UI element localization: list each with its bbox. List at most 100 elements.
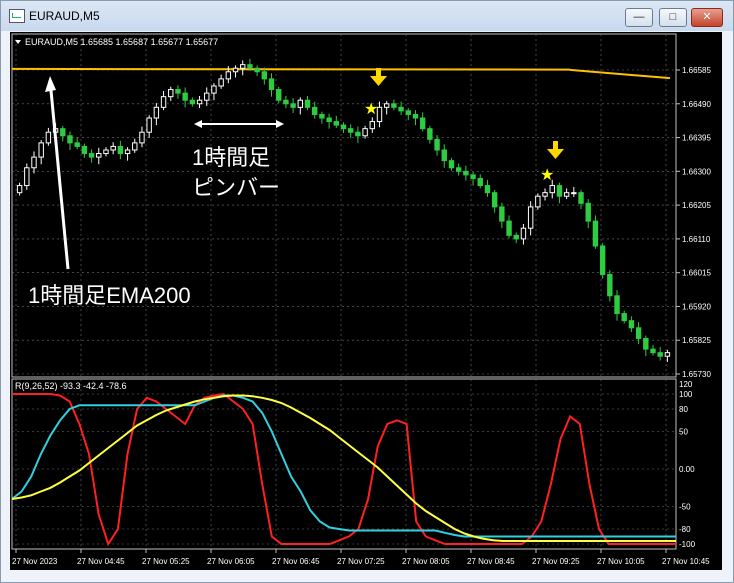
candle-body — [110, 145, 116, 151]
candle-body — [599, 245, 606, 275]
candle-body — [542, 192, 548, 197]
candle-body — [16, 185, 23, 194]
price-label: 1.66395 — [682, 134, 711, 143]
price-axis: 1.66585 1.66490 1.66395 1.66300 1.66205 1.661… — [676, 66, 711, 379]
candle-body — [24, 167, 30, 187]
candle-body — [247, 64, 253, 69]
main-chart-frame — [11, 33, 677, 378]
time-label: 27 Nov 08:05 — [402, 557, 450, 566]
candle-body — [391, 103, 397, 108]
price-label: 1.65730 — [682, 370, 711, 379]
candle-body — [412, 113, 419, 119]
price-label: 1.65825 — [682, 336, 711, 345]
candle-body — [499, 206, 505, 222]
candle-body — [139, 131, 145, 144]
candle-body — [88, 153, 95, 158]
candle-body — [340, 124, 347, 130]
title-bar[interactable]: EURAUD,M5 — □ ✕ — [1, 1, 733, 31]
maximize-button[interactable]: □ — [659, 8, 687, 27]
candle-body — [168, 89, 174, 98]
candle-body — [650, 348, 656, 354]
candle-body — [477, 177, 483, 187]
candle-body — [463, 170, 469, 176]
candle-body — [664, 352, 671, 357]
time-label: 27 Nov 06:45 — [272, 557, 320, 566]
window-title: EURAUD,M5 — [29, 9, 100, 23]
candle-body — [635, 327, 642, 339]
chart-app-icon — [9, 9, 25, 23]
candle-body — [643, 337, 649, 350]
candle-body — [506, 220, 512, 236]
candle-body — [513, 234, 519, 240]
candle-body — [160, 96, 167, 108]
candle-body — [657, 352, 663, 357]
candle-body — [628, 320, 635, 329]
time-axis: 27 Nov 2023 27 Nov 04:45 27 Nov 05:25 27 No… — [12, 549, 710, 566]
candle-body — [232, 67, 239, 73]
candle-body — [520, 227, 527, 240]
indicator-header: R(9,26,52) -93.3 -42.4 -78.6 — [15, 381, 127, 391]
candle-body — [218, 78, 224, 87]
candle-body — [146, 117, 152, 133]
candle-body — [419, 117, 426, 130]
candle-body — [614, 295, 620, 315]
candle-body — [621, 313, 627, 322]
indicator-scale-label: -100 — [679, 540, 696, 549]
candle-body — [254, 67, 260, 73]
time-label: 27 Nov 07:25 — [337, 557, 385, 566]
candle-body — [563, 192, 570, 197]
indicator-scale-label: 50 — [679, 428, 688, 437]
pinbar-annotation-line2: ピンバー — [192, 175, 280, 200]
indicator-scale-label: -80 — [679, 525, 691, 534]
candle-body — [290, 103, 296, 108]
candle-body — [470, 174, 476, 179]
chart-area[interactable]: 1.66585 1.66490 1.66395 1.66300 1.66205 1.661… — [10, 32, 722, 570]
candle-body — [297, 99, 304, 108]
time-label: 27 Nov 04:45 — [77, 557, 125, 566]
candle-body — [405, 110, 411, 115]
candle-body — [333, 121, 340, 126]
time-label: 27 Nov 09:25 — [532, 557, 580, 566]
indicator-axis: 120100 80 50 0.00 -50 -80 -100 — [679, 380, 696, 549]
candle-body — [484, 185, 491, 194]
time-label: 27 Nov 06:05 — [207, 557, 255, 566]
candle-body — [556, 185, 563, 197]
candle-body — [607, 273, 613, 297]
candle-body — [312, 106, 318, 115]
candle-body — [225, 71, 232, 80]
candle-body — [189, 99, 196, 105]
candle-body — [362, 128, 368, 137]
candle-body — [268, 78, 275, 91]
candle-body — [96, 153, 102, 158]
candle-body — [448, 160, 455, 169]
candle-body — [455, 167, 462, 172]
candle-body — [38, 142, 44, 158]
candle-body — [434, 138, 440, 151]
candle-body — [276, 89, 282, 101]
price-label: 1.66205 — [682, 201, 711, 210]
price-chart-svg[interactable]: 1.66585 1.66490 1.66395 1.66300 1.66205 1.661… — [10, 32, 722, 570]
candle-body — [283, 99, 289, 105]
indicator-scale-label: 80 — [679, 405, 688, 414]
candle-body — [261, 71, 268, 80]
candle-body — [60, 128, 66, 137]
candle-body — [369, 121, 375, 130]
star-icon: ★ — [540, 167, 554, 184]
candle-body — [304, 99, 311, 108]
candle-body — [45, 131, 52, 144]
candle-body — [571, 192, 577, 195]
time-label: 27 Nov 10:45 — [662, 557, 710, 566]
pinbar-annotation-line1: 1時間足 — [192, 145, 270, 170]
price-label: 1.65920 — [682, 302, 711, 311]
time-label: 27 Nov 10:05 — [597, 557, 645, 566]
candle-body — [319, 113, 325, 119]
ema200-segment — [11, 67, 571, 71]
close-button[interactable]: ✕ — [691, 8, 723, 27]
candle-body — [31, 156, 37, 169]
minimize-button[interactable]: — — [625, 8, 653, 27]
price-label: 1.66300 — [682, 167, 711, 176]
candle-body — [549, 185, 555, 194]
candle-body — [117, 145, 124, 155]
candle-body — [355, 131, 361, 137]
candle-body — [132, 142, 138, 151]
